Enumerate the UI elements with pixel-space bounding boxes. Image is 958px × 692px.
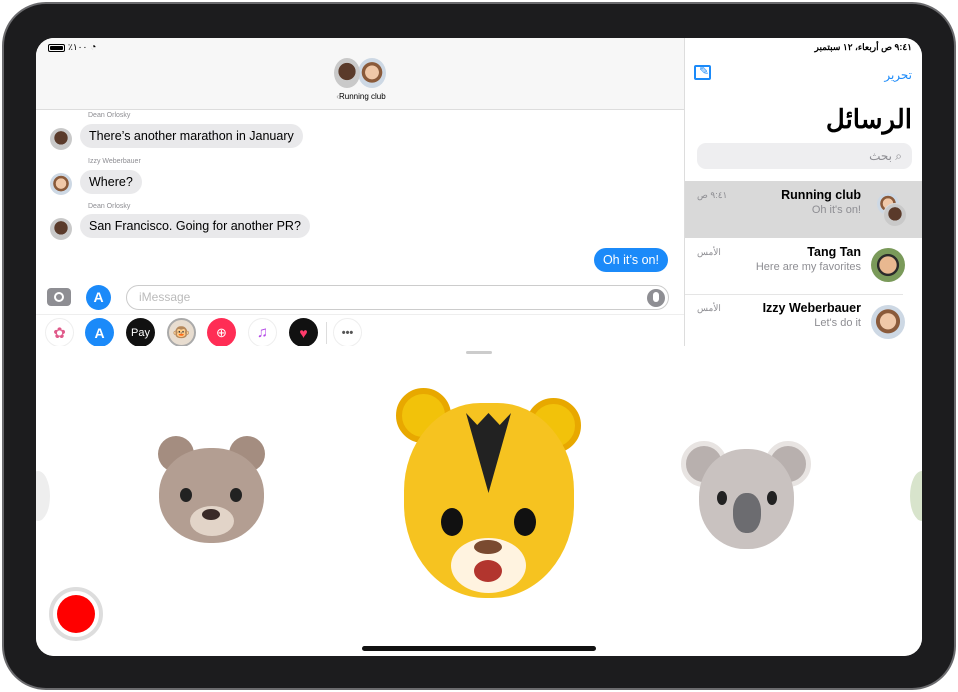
search-input[interactable]: ⌕ بحث — [697, 143, 912, 169]
conversation-row-running-club[interactable]: Running club Oh it's on! ٩:٤١ ص — [685, 181, 922, 238]
status-time-date: ٩:٤١ ص أربعاء، ١٢ سبتمبر — [814, 42, 913, 52]
conversation-header: ٪١٠٠ ◔ ‹Running club — [36, 38, 684, 110]
record-button[interactable] — [49, 587, 103, 641]
conversation-time: ٩:٤١ ص — [697, 190, 728, 200]
conversation-time: الأمس — [697, 247, 721, 257]
animoji-icon[interactable]: 🐵 — [167, 318, 196, 347]
sender-name: Izzy Weberbauer — [88, 158, 141, 165]
conversation-pane: ٪١٠٠ ◔ ‹Running club Dean Orlosky There’… — [36, 38, 684, 347]
message-bubble[interactable]: There’s another marathon in January — [80, 124, 303, 148]
more-icon[interactable]: ••• — [333, 318, 362, 347]
conversation-name: Izzy Weberbauer — [762, 301, 861, 315]
conversation-time: الأمس — [697, 303, 721, 313]
avatar — [50, 218, 72, 240]
animoji-partial-left[interactable] — [36, 471, 50, 521]
battery-percent: ٪١٠٠ — [68, 42, 88, 52]
conversation-name: Running club — [781, 188, 861, 202]
wifi-icon: ◔ — [90, 42, 97, 53]
animoji-drawer — [36, 346, 922, 656]
app-store-button[interactable]: A — [86, 285, 111, 310]
animoji-tiger-selected[interactable] — [396, 388, 581, 603]
animoji-koala[interactable] — [681, 441, 811, 551]
screen: ٪١٠٠ ◔ ‹Running club Dean Orlosky There’… — [36, 38, 922, 656]
sender-name: Dean Orlosky — [88, 203, 131, 210]
conversation-title[interactable]: ‹Running club — [306, 92, 416, 101]
avatar — [871, 248, 905, 282]
microphone-icon[interactable] — [647, 289, 665, 307]
home-indicator[interactable] — [362, 646, 596, 651]
digital-touch-icon[interactable]: ♥ — [289, 318, 318, 347]
avatar — [50, 128, 72, 150]
conversation-name: Tang Tan — [807, 245, 861, 259]
conversation-row-izzy[interactable]: Izzy Weberbauer Let's do it الأمس — [685, 295, 922, 352]
battery-icon — [48, 43, 65, 52]
sender-name: Dean Orlosky — [88, 112, 131, 119]
drawer-grabber[interactable] — [466, 351, 492, 354]
camera-icon[interactable] — [47, 288, 71, 306]
avatar — [883, 203, 907, 227]
compose-icon[interactable]: ✎ — [694, 65, 711, 80]
avatar — [871, 305, 905, 339]
message-bubble-outgoing[interactable]: Oh it’s on! — [593, 248, 668, 272]
photos-icon[interactable]: ✿ — [45, 318, 74, 347]
messages-sidebar: ٩:٤١ ص أربعاء، ١٢ سبتمبر ✎ تحرير الرسائل… — [684, 38, 922, 346]
apple-pay-icon[interactable]: Pay — [126, 318, 155, 347]
avatar — [50, 173, 72, 195]
edit-button[interactable]: تحرير — [884, 68, 912, 82]
animoji-partial-right[interactable] — [910, 471, 922, 521]
conversation-preview: Here are my favorites — [755, 261, 861, 273]
status-bar-left: ٪١٠٠ ◔ — [48, 42, 96, 53]
divider — [36, 314, 684, 315]
avatar-dean[interactable] — [334, 58, 360, 88]
conversation-preview: Oh it's on! — [811, 204, 861, 216]
web-images-icon[interactable]: ⊕ — [207, 318, 236, 347]
conversation-preview: Let's do it — [814, 317, 861, 329]
message-input[interactable]: iMessage — [126, 285, 669, 310]
divider — [326, 322, 327, 344]
message-bubble[interactable]: Where? — [80, 170, 142, 194]
animoji-bear[interactable] — [154, 436, 269, 551]
avatar-izzy[interactable] — [358, 58, 386, 88]
conversation-row-tang-tan[interactable]: Tang Tan Here are my favorites الأمس — [685, 238, 922, 295]
message-bubble[interactable]: San Francisco. Going for another PR? — [80, 214, 310, 238]
music-icon[interactable]: ♫ — [248, 318, 277, 347]
app-store-icon[interactable]: A — [85, 318, 114, 347]
search-icon: ⌕ — [891, 149, 902, 163]
sidebar-title: الرسائل — [825, 104, 912, 134]
